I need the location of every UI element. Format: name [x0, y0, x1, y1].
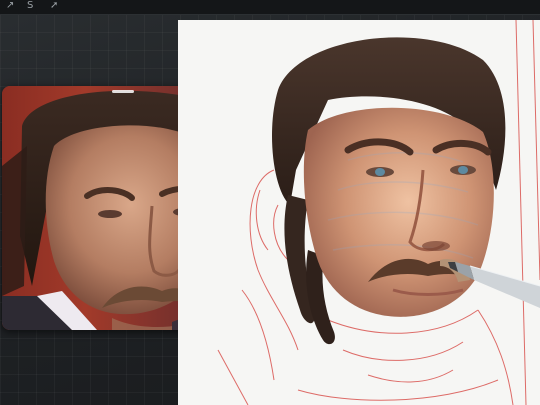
selection-icon[interactable]: S [27, 0, 33, 14]
procreate-screen: ↗ S ➚ [0, 0, 540, 405]
reference-window-handle[interactable] [112, 90, 134, 93]
transform-icon[interactable]: ➚ [50, 0, 58, 14]
drawing-canvas[interactable] [178, 20, 540, 405]
portrait-painting [178, 20, 540, 405]
arrow-icon[interactable]: ↗ [6, 0, 14, 14]
top-toolbar: ↗ S ➚ [0, 0, 540, 15]
